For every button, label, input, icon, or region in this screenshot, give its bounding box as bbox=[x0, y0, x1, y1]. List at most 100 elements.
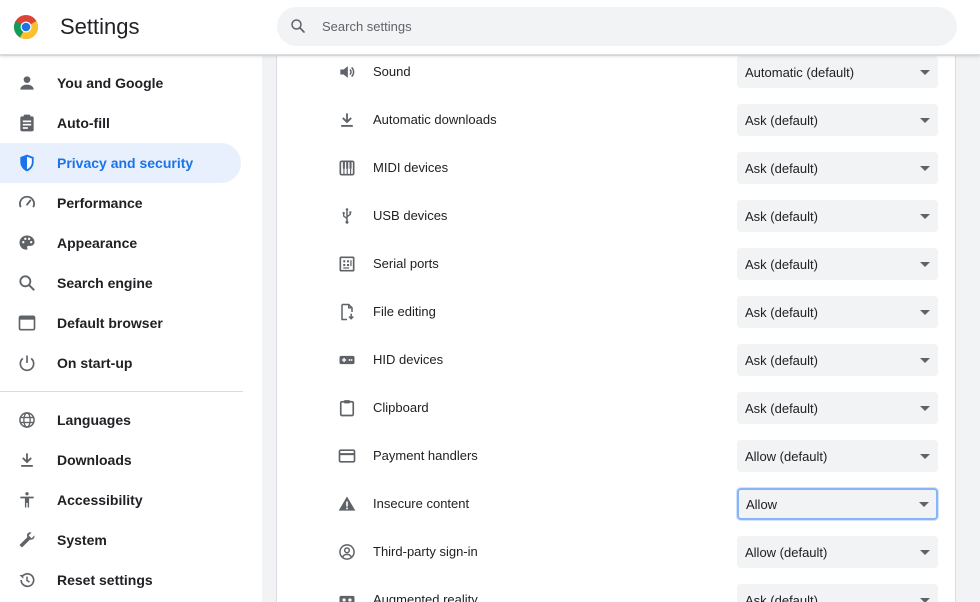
history-icon bbox=[17, 570, 37, 590]
permission-label: HID devices bbox=[373, 352, 444, 367]
accessibility-icon bbox=[17, 490, 37, 510]
permission-label: USB devices bbox=[373, 208, 448, 223]
permission-value: Allow (default) bbox=[745, 449, 828, 464]
speaker-icon bbox=[337, 62, 357, 82]
caret-down-icon bbox=[920, 454, 930, 459]
sidebar-item-system[interactable]: System bbox=[0, 520, 241, 560]
permission-select[interactable]: Ask (default) bbox=[737, 104, 938, 136]
sidebar-item-label: Auto-fill bbox=[57, 115, 110, 131]
sidebar-item-label: On start-up bbox=[57, 355, 133, 371]
caret-down-icon bbox=[920, 598, 930, 602]
permission-label: Serial ports bbox=[373, 256, 439, 271]
sidebar-item-label: Privacy and security bbox=[57, 155, 194, 171]
power-icon bbox=[17, 353, 37, 373]
permission-row-third-party-sign-in: Third-party sign-in Allow (default) bbox=[277, 528, 955, 576]
permission-select[interactable]: Ask (default) bbox=[737, 584, 938, 602]
file-edit-icon bbox=[337, 302, 357, 322]
permission-value: Automatic (default) bbox=[745, 65, 855, 80]
search-icon bbox=[17, 273, 37, 293]
wrench-icon bbox=[17, 530, 37, 550]
permission-select[interactable]: Automatic (default) bbox=[737, 56, 938, 88]
permission-label: MIDI devices bbox=[373, 160, 449, 175]
permission-value: Ask (default) bbox=[745, 161, 818, 176]
permission-label: Augmented reality bbox=[373, 592, 478, 602]
permission-select[interactable]: Ask (default) bbox=[737, 344, 938, 376]
permission-value: Ask (default) bbox=[745, 401, 818, 416]
permission-select[interactable]: Allow (default) bbox=[737, 440, 938, 472]
permission-row-serial-ports: Serial ports Ask (default) bbox=[277, 240, 955, 288]
credit-card-icon bbox=[337, 446, 357, 466]
sidebar-item-privacy-and-security[interactable]: Privacy and security bbox=[0, 143, 241, 183]
top-bar: Settings bbox=[0, 0, 980, 55]
caret-down-icon bbox=[920, 214, 930, 219]
permission-value: Ask (default) bbox=[745, 113, 818, 128]
sidebar-item-reset-settings[interactable]: Reset settings bbox=[0, 560, 241, 600]
warning-icon bbox=[337, 494, 357, 514]
sidebar-item-label: Downloads bbox=[57, 452, 132, 468]
search-input[interactable] bbox=[322, 7, 922, 46]
caret-down-icon bbox=[920, 550, 930, 555]
permission-select[interactable]: Allow (default) bbox=[737, 536, 938, 568]
sidebar: You and Google Auto-fill Privacy and sec… bbox=[0, 56, 262, 602]
permission-label: Third-party sign-in bbox=[373, 544, 478, 559]
clipboard-list-icon bbox=[17, 113, 37, 133]
sidebar-item-label: Reset settings bbox=[57, 572, 153, 588]
search-box[interactable] bbox=[277, 7, 957, 46]
caret-down-icon bbox=[920, 310, 930, 315]
palette-icon bbox=[17, 233, 37, 253]
sidebar-item-you-and-google[interactable]: You and Google bbox=[0, 63, 241, 103]
permission-row-payment-handlers: Payment handlers Allow (default) bbox=[277, 432, 955, 480]
download-icon bbox=[337, 110, 357, 130]
permission-row-midi-devices: MIDI devices Ask (default) bbox=[277, 144, 955, 192]
chrome-logo-icon bbox=[14, 15, 38, 39]
permission-select[interactable]: Ask (default) bbox=[737, 200, 938, 232]
permission-row-usb-devices: USB devices Ask (default) bbox=[277, 192, 955, 240]
sidebar-item-search-engine[interactable]: Search engine bbox=[0, 263, 241, 303]
serial-port-icon bbox=[337, 254, 357, 274]
permission-select[interactable]: Ask (default) bbox=[737, 248, 938, 280]
person-icon bbox=[17, 73, 37, 93]
permission-label: File editing bbox=[373, 304, 436, 319]
permission-row-augmented-reality: Augmented reality Ask (default) bbox=[277, 576, 955, 602]
page-title: Settings bbox=[60, 14, 140, 39]
caret-down-icon bbox=[920, 70, 930, 75]
sidebar-item-performance[interactable]: Performance bbox=[0, 183, 241, 223]
caret-down-icon bbox=[920, 166, 930, 171]
sidebar-item-on-start-up[interactable]: On start-up bbox=[0, 343, 241, 383]
sidebar-item-languages[interactable]: Languages bbox=[0, 400, 241, 440]
permission-select[interactable]: Ask (default) bbox=[737, 152, 938, 184]
sidebar-item-downloads[interactable]: Downloads bbox=[0, 440, 241, 480]
permission-label: Insecure content bbox=[373, 496, 470, 511]
permission-row-sound: Sound Automatic (default) bbox=[277, 56, 955, 96]
ar-icon bbox=[337, 590, 357, 602]
permission-label: Sound bbox=[373, 64, 411, 79]
permission-value: Ask (default) bbox=[745, 593, 818, 602]
piano-icon bbox=[337, 158, 357, 178]
permission-label: Clipboard bbox=[373, 400, 429, 415]
sidebar-item-label: Appearance bbox=[57, 235, 138, 251]
permission-row-insecure-content: Insecure content Allow bbox=[277, 480, 955, 528]
sidebar-item-autofill[interactable]: Auto-fill bbox=[0, 103, 241, 143]
permission-row-file-editing: File editing Ask (default) bbox=[277, 288, 955, 336]
usb-icon bbox=[337, 206, 357, 226]
permission-label: Payment handlers bbox=[373, 448, 478, 463]
sidebar-divider bbox=[0, 391, 243, 392]
download-icon bbox=[17, 450, 37, 470]
permission-label: Automatic downloads bbox=[373, 112, 497, 127]
search-icon bbox=[289, 17, 307, 35]
permission-select[interactable]: Ask (default) bbox=[737, 392, 938, 424]
permission-value: Allow (default) bbox=[745, 545, 828, 560]
globe-icon bbox=[17, 410, 37, 430]
caret-down-icon bbox=[920, 358, 930, 363]
sidebar-item-label: System bbox=[57, 532, 107, 548]
permission-select[interactable]: Allow bbox=[737, 488, 938, 520]
permission-value: Ask (default) bbox=[745, 305, 818, 320]
permission-select[interactable]: Ask (default) bbox=[737, 296, 938, 328]
sidebar-item-default-browser[interactable]: Default browser bbox=[0, 303, 241, 343]
sidebar-item-label: You and Google bbox=[57, 75, 164, 91]
permission-row-clipboard: Clipboard Ask (default) bbox=[277, 384, 955, 432]
sidebar-item-appearance[interactable]: Appearance bbox=[0, 223, 241, 263]
shield-icon bbox=[17, 153, 37, 173]
sidebar-item-label: Languages bbox=[57, 412, 131, 428]
sidebar-item-accessibility[interactable]: Accessibility bbox=[0, 480, 241, 520]
